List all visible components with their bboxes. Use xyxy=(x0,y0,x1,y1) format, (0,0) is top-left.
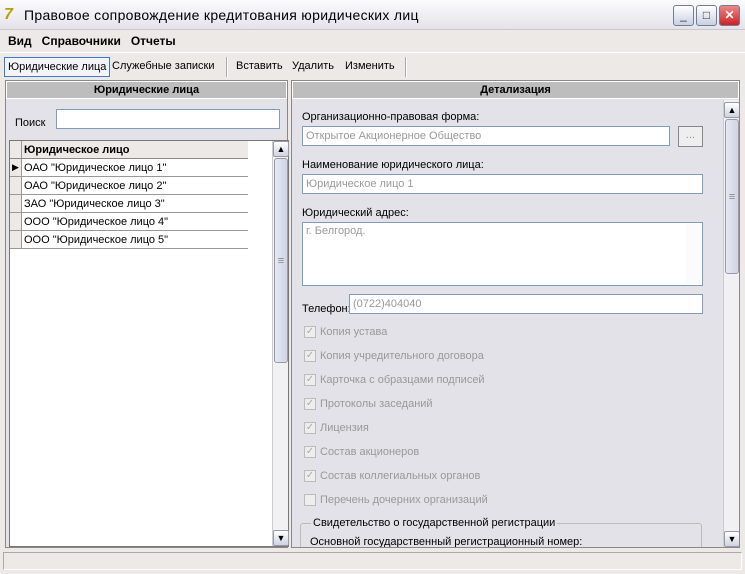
app-icon: 7 xyxy=(4,6,13,23)
details-panel: Детализация Организационно-правовая форм… xyxy=(291,80,740,548)
status-bar xyxy=(3,552,742,570)
tab-memos[interactable]: Служебные записки xyxy=(109,57,218,77)
grid-scrollbar[interactable]: ▲ ≡ ▼ xyxy=(272,141,289,546)
menu-view[interactable]: Вид xyxy=(0,30,34,48)
address-field[interactable]: г. Белгород. xyxy=(302,222,703,286)
panel-header: Детализация xyxy=(292,81,739,99)
window-title: Правовое сопровождение кредитования юрид… xyxy=(24,7,419,23)
grid-header: Юридическое лицо xyxy=(10,141,248,159)
tab-legal-entities[interactable]: Юридические лица xyxy=(4,57,111,77)
menu-bar: Вид Справочники Отчеты xyxy=(0,30,745,52)
table-row[interactable]: ОАО "Юридическое лицо 2" xyxy=(10,177,248,195)
name-field[interactable] xyxy=(302,174,703,194)
checkbox-boards[interactable]: ✓ Состав коллегиальных органов xyxy=(304,470,480,486)
scroll-up-icon[interactable]: ▲ xyxy=(724,102,739,118)
org-form-label: Организационно-правовая форма: xyxy=(302,111,480,123)
table-row[interactable]: ООО "Юридическое лицо 4" xyxy=(10,213,248,231)
menu-reports[interactable]: Отчеты xyxy=(123,30,178,48)
legal-entities-panel: Юридические лица Поиск Юридическое лицо … xyxy=(5,80,289,548)
address-label: Юридический адрес: xyxy=(302,207,409,219)
checkbox-minutes[interactable]: ✓ Протоколы заседаний xyxy=(304,398,433,414)
toolbar-separator xyxy=(405,57,407,77)
checkbox-signature-card[interactable]: ✓ Карточка с образцами подписей xyxy=(304,374,485,390)
toolbar-separator xyxy=(226,57,228,77)
checkbox-subsidiaries[interactable]: Перечень дочерних организаций xyxy=(304,494,488,510)
checkbox-founding-agreement[interactable]: ✓ Копия учредительного договора xyxy=(304,350,484,366)
panel-header: Юридические лица xyxy=(6,81,287,99)
registration-group: Свидетельство о государственной регистра… xyxy=(300,517,702,548)
minimize-button[interactable]: _ xyxy=(673,5,694,26)
checkbox-charter[interactable]: ✓ Копия устава xyxy=(304,326,387,342)
table-row[interactable]: ▶ ОАО "Юридическое лицо 1" xyxy=(10,159,248,177)
title-bar: 7 Правовое сопровождение кредитования юр… xyxy=(0,0,745,30)
table-row[interactable]: ЗАО "Юридическое лицо 3" xyxy=(10,195,248,213)
edit-button[interactable]: Изменить xyxy=(342,57,398,77)
org-form-field[interactable] xyxy=(302,126,670,146)
insert-button[interactable]: Вставить xyxy=(233,57,286,77)
search-label: Поиск xyxy=(15,117,46,129)
entities-grid: Юридическое лицо ▶ ОАО "Юридическое лицо … xyxy=(9,140,289,547)
ogrn-label: Основной государственный регистрационный… xyxy=(310,536,583,548)
checkbox-shareholders[interactable]: ✓ Состав акционеров xyxy=(304,446,419,462)
name-label: Наименование юридического лица: xyxy=(302,159,484,171)
scroll-down-icon[interactable]: ▼ xyxy=(273,530,289,546)
group-title: Свидетельство о государственной регистра… xyxy=(311,517,558,529)
table-row[interactable]: ООО "Юридическое лицо 5" xyxy=(10,231,248,249)
close-button[interactable]: ✕ xyxy=(719,5,740,26)
address-scrollbar[interactable] xyxy=(686,224,701,284)
row-pointer-icon: ▶ xyxy=(10,159,22,176)
scroll-up-icon[interactable]: ▲ xyxy=(273,141,289,157)
phone-label: Телефон: xyxy=(302,303,351,315)
toolbar: Юридические лица Служебные записки Встав… xyxy=(0,52,745,78)
checkbox-license[interactable]: ✓ Лицензия xyxy=(304,422,369,438)
menu-references[interactable]: Справочники xyxy=(34,30,123,48)
phone-field[interactable] xyxy=(349,294,703,314)
maximize-button[interactable]: □ xyxy=(696,5,717,26)
details-scrollbar[interactable]: ▲ ≡ ▼ xyxy=(723,100,739,547)
scroll-down-icon[interactable]: ▼ xyxy=(724,531,739,547)
delete-button[interactable]: Удалить xyxy=(289,57,337,77)
scroll-thumb[interactable]: ≡ xyxy=(274,158,288,363)
search-input[interactable] xyxy=(56,109,280,129)
browse-button[interactable]: ... xyxy=(678,126,703,147)
column-header[interactable]: Юридическое лицо xyxy=(24,144,130,156)
scroll-thumb[interactable]: ≡ xyxy=(725,119,739,274)
